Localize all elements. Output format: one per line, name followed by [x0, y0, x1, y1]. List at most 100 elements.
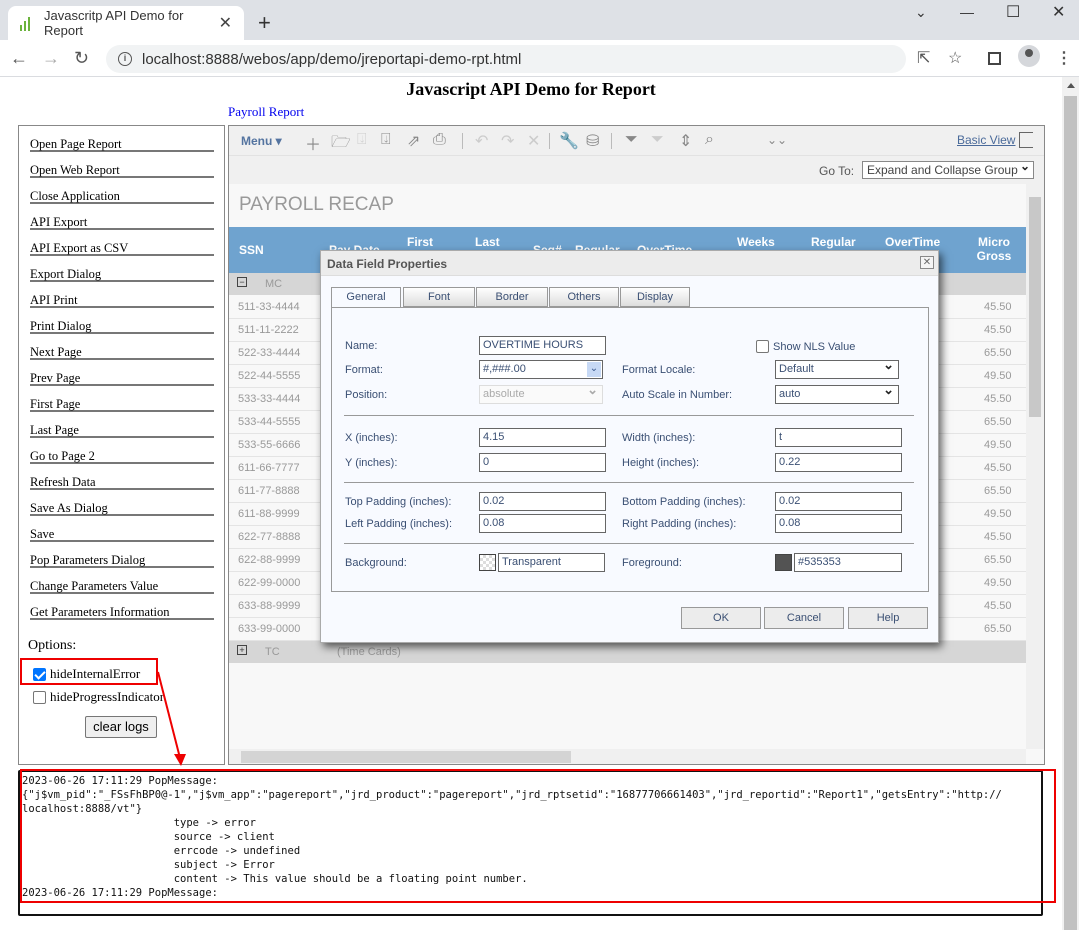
background-color-swatch[interactable] — [479, 554, 496, 571]
back-icon[interactable]: ← — [10, 48, 28, 69]
new-icon[interactable]: ＋ — [305, 131, 321, 155]
expand-icon[interactable]: + — [237, 645, 247, 655]
tab-general[interactable]: General — [331, 287, 401, 308]
share-icon[interactable]: ⇱ — [917, 48, 930, 68]
page-scrollbar[interactable] — [1062, 77, 1079, 930]
format-locale-select[interactable]: Default — [775, 356, 899, 379]
browser-menu-icon[interactable]: ⋮ — [1056, 48, 1072, 68]
tab-search-icon[interactable]: ⌄ — [915, 4, 927, 21]
sidebar-item[interactable]: Print Dialog — [30, 308, 214, 334]
sidebar-item[interactable]: API Print — [30, 282, 214, 308]
sidebar-item[interactable]: Close Application — [30, 178, 214, 204]
format-combo[interactable]: #,###.00 ⌄ — [479, 360, 603, 379]
sidebar-item[interactable]: First Page — [30, 386, 214, 412]
left-padding-input[interactable]: 0.08 — [479, 514, 606, 533]
sidebar-item[interactable]: Refresh Data — [30, 464, 214, 490]
name-input[interactable]: OVERTIME HOURS — [479, 336, 606, 355]
minimize-button[interactable]: — — [960, 4, 974, 20]
filter-dollar-icon[interactable]: ⏷ — [651, 131, 664, 149]
checkbox-unchecked-icon[interactable] — [756, 340, 769, 353]
sidebar-item[interactable]: Go to Page 2 — [30, 438, 214, 464]
bottom-padding-input[interactable]: 0.02 — [775, 492, 902, 511]
top-padding-label: Top Padding (inches): — [345, 496, 452, 508]
undo-icon[interactable]: ↶ — [475, 131, 488, 151]
width-input[interactable]: t — [775, 428, 902, 447]
dropdown-arrow-icon[interactable]: ⌄ — [587, 362, 601, 377]
top-padding-input[interactable]: 0.02 — [479, 492, 606, 511]
sidebar-item[interactable]: Change Parameters Value — [30, 568, 214, 594]
close-window-button[interactable]: ✕ — [1052, 2, 1065, 22]
menu-button[interactable]: Menu ▾ — [241, 134, 282, 148]
tab-font[interactable]: Font — [403, 287, 475, 307]
cancel-button[interactable]: Cancel — [764, 607, 844, 629]
exit-icon[interactable] — [1019, 132, 1033, 148]
close-tab-icon[interactable]: ✕ — [219, 13, 232, 33]
bookmark-star-icon[interactable]: ☆ — [948, 48, 962, 68]
sidebar-item[interactable]: Pop Parameters Dialog — [30, 542, 214, 568]
viewer-horizontal-scrollbar[interactable] — [229, 749, 1026, 764]
save-icon[interactable]: ⍗ — [357, 131, 367, 149]
browser-tab[interactable]: Javascritp API Demo for Report ✕ — [8, 6, 244, 40]
profile-avatar[interactable] — [1018, 45, 1040, 67]
search-icon[interactable]: ⌕ — [705, 131, 714, 149]
foreground-color-swatch[interactable] — [775, 554, 792, 571]
viewer-vertical-scrollbar[interactable] — [1026, 184, 1044, 749]
database-icon[interactable]: ⛁ — [586, 131, 599, 151]
sidebar-item[interactable]: Next Page — [30, 334, 214, 360]
new-tab-button[interactable]: + — [258, 10, 271, 36]
scrollbar-thumb[interactable] — [241, 751, 571, 763]
forward-icon[interactable]: → — [42, 48, 60, 69]
sidebar-item[interactable]: API Export — [30, 204, 214, 230]
wrench-icon[interactable]: 🔧 — [559, 131, 579, 151]
auto-scale-select[interactable]: auto — [775, 381, 899, 404]
sort-icon[interactable]: ⇕ — [679, 131, 692, 151]
share-out-icon[interactable]: ⇗ — [407, 131, 420, 151]
tab-display[interactable]: Display — [620, 287, 690, 307]
goto-select[interactable]: Expand and Collapse Group — [862, 158, 1034, 179]
checkbox-unchecked-icon[interactable] — [33, 690, 46, 704]
delete-icon[interactable]: ✕ — [527, 131, 540, 151]
print-icon[interactable]: ⎙ — [433, 131, 446, 149]
collapse-icon[interactable]: − — [237, 277, 247, 287]
position-select[interactable]: absolute — [479, 381, 603, 404]
tab-others[interactable]: Others — [549, 287, 619, 307]
site-info-icon[interactable]: i — [118, 52, 132, 66]
sidebar-item[interactable]: Get Parameters Information — [30, 594, 214, 620]
scroll-up-icon[interactable] — [1067, 83, 1075, 88]
sidebar-item[interactable]: Last Page — [30, 412, 214, 438]
redo-icon[interactable]: ↷ — [501, 131, 514, 151]
help-button[interactable]: Help — [848, 607, 928, 629]
ok-button[interactable]: OK — [681, 607, 761, 629]
sidebar-item[interactable]: Export Dialog — [30, 256, 214, 282]
sidebar-item[interactable]: Save As Dialog — [30, 490, 214, 516]
sidebar-item[interactable]: Open Web Report — [30, 152, 214, 178]
scrollbar-thumb[interactable] — [1029, 197, 1041, 417]
show-nls-checkbox[interactable]: Show NLS Value — [756, 340, 855, 353]
foreground-input[interactable]: #535353 — [794, 553, 902, 572]
payroll-report-link[interactable]: Payroll Report — [228, 104, 304, 120]
open-folder-icon[interactable]: 🗁 — [331, 131, 351, 158]
sidebar-item[interactable]: Open Page Report — [30, 126, 214, 152]
more-chevron-icon[interactable]: ⌄⌄ — [767, 133, 787, 147]
right-padding-input[interactable]: 0.08 — [775, 514, 902, 533]
sidebar-item[interactable]: Save — [30, 516, 214, 542]
clear-logs-button[interactable]: clear logs — [85, 716, 157, 738]
group-row-tc[interactable]: + TC (Time Cards) — [229, 641, 1026, 663]
height-input[interactable]: 0.22 — [775, 453, 902, 472]
side-panel-icon[interactable] — [988, 52, 1001, 65]
reload-icon[interactable]: ↻ — [74, 48, 89, 69]
filter-icon[interactable]: ⏷ — [625, 131, 638, 149]
url-field[interactable]: i localhost:8888/webos/app/demo/jreporta… — [106, 45, 906, 73]
basic-view-link[interactable]: Basic View — [957, 133, 1015, 147]
dialog-close-icon[interactable]: ✕ — [920, 256, 934, 269]
tab-border[interactable]: Border — [476, 287, 548, 307]
option-hide-progress-indicator[interactable]: hideProgressIndicator — [33, 689, 164, 705]
x-input[interactable]: 4.15 — [479, 428, 606, 447]
export-icon[interactable]: ⍗ — [381, 131, 391, 149]
background-input[interactable]: Transparent — [498, 553, 605, 572]
sidebar-item[interactable]: Prev Page — [30, 360, 214, 386]
maximize-button[interactable]: ☐ — [1006, 2, 1020, 22]
sidebar-item[interactable]: API Export as CSV — [30, 230, 214, 256]
y-input[interactable]: 0 — [479, 453, 606, 472]
scrollbar-thumb[interactable] — [1064, 96, 1077, 930]
